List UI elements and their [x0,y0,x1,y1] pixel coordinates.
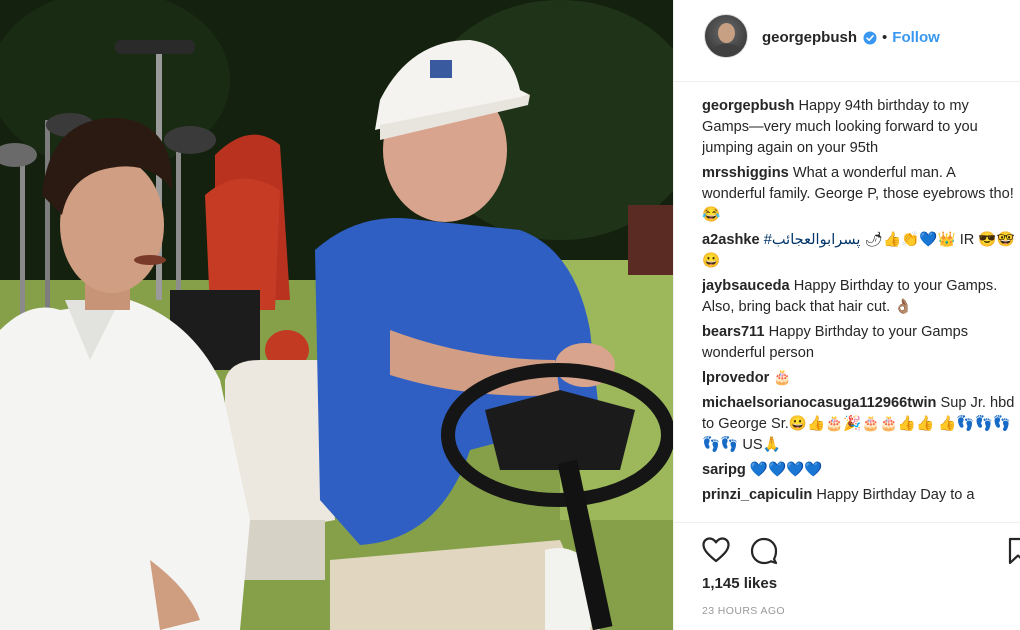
comment-text: 💙💙💙💙 [749,462,823,478]
comment-user[interactable]: georgepbush [702,98,794,114]
comment-item: lprovedor 🎂 [702,368,1018,389]
comment-user[interactable]: jaybsauceda [702,278,790,294]
comment-text: 🎂 [773,370,792,386]
comment-item: mrsshiggins What a wonderful man. A wond… [702,163,1018,226]
post-header: georgepbush • Follow [674,0,1020,82]
comment-user[interactable]: lprovedor [702,370,769,386]
comment-item: a2ashke #پسرابوالعجائب 🌶👍👏💙👑 IR 😎🤓😀 [702,230,1018,272]
post-photo[interactable] [0,0,673,630]
header-username[interactable]: georgepbush [762,29,857,46]
comment-item: michaelsorianocasuga112966twin Sup Jr. h… [702,393,1018,456]
comment-item: jaybsauceda Happy Birthday to your Gamps… [702,276,1018,318]
comments-list[interactable]: georgepbush Happy 94th birthday to my Ga… [702,96,1018,522]
bookmark-icon[interactable] [1008,537,1020,565]
avatar[interactable] [704,14,748,58]
avatar-shirt [710,44,744,57]
heart-icon[interactable] [702,537,730,563]
comment-user[interactable]: mrsshiggins [702,165,789,181]
verified-badge-icon [863,31,877,44]
like-count[interactable]: 1,145 likes [702,575,777,592]
comment-user[interactable]: prinzi_capiculin [702,487,812,503]
post-side-panel: georgepbush • Follow georgepbush Happy 9… [673,0,1020,630]
follow-button[interactable]: Follow [892,29,940,46]
post-actions: 1,145 likes 23 HOURS AGO [674,522,1020,630]
comment-user[interactable]: bears711 [702,324,765,340]
comment-user[interactable]: michaelsorianocasuga112966twin [702,395,936,411]
post-timestamp[interactable]: 23 HOURS AGO [702,605,785,617]
comment-caption: georgepbush Happy 94th birthday to my Ga… [702,96,1018,159]
avatar-face [718,23,735,43]
header-separator: • [882,29,888,46]
header-line: georgepbush • Follow [762,29,940,46]
comment-text: Happy Birthday Day to a [816,487,975,503]
comment-hashtag[interactable]: #پسرابوالعجائب [764,232,861,248]
comment-item: saripg 💙💙💙💙 [702,460,1018,481]
comment-item: bears711 Happy Birthday to your Gamps wo… [702,322,1018,364]
post-photo-illustration [0,0,673,630]
comment-user[interactable]: saripg [702,462,746,478]
comment-item: prinzi_capiculin Happy Birthday Day to a [702,485,1018,506]
comment-user[interactable]: a2ashke [702,232,760,248]
comment-bubble-icon[interactable] [750,537,778,565]
